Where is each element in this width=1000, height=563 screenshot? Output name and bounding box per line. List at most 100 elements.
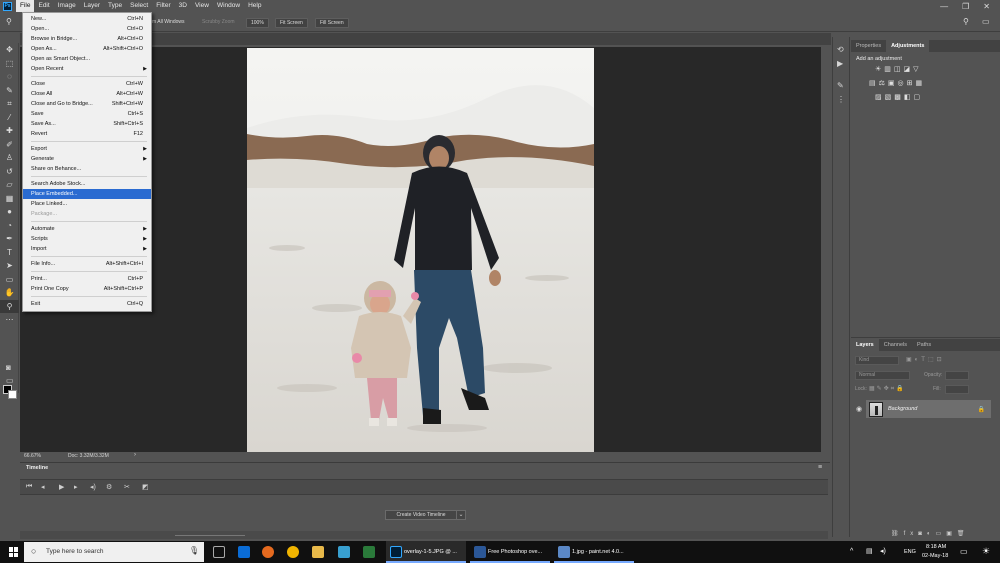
file-menu-item-open-as[interactable]: Open As... Alt+Shift+Ctrl+O [23,44,151,54]
tray-arrow-icon[interactable]: ^ [850,548,853,555]
file-menu-item-revert[interactable]: Revert F12 [23,129,151,139]
lock-icons[interactable]: ▦✎✥⌗🔒 [869,385,906,393]
menu-window[interactable]: Window [213,0,244,12]
history-icon[interactable]: ⟲ [837,45,844,54]
brush-tool-icon[interactable]: ✐ [0,138,19,152]
file-menu-item-file-info[interactable]: File Info... Alt+Shift+Ctrl+I [23,259,151,269]
type-tool-icon[interactable]: T [0,246,19,260]
opacity-input[interactable] [945,371,969,380]
file-menu-item-search-adobe-stock[interactable]: Search Adobe Stock... [23,179,151,189]
blend-mode-select[interactable]: Normal [855,371,910,380]
fill-input[interactable] [945,385,969,394]
split-scissors-icon[interactable]: ✂ [124,483,130,491]
adjustment-icons-row-3[interactable]: ▨▧▩◧▢ [875,93,923,101]
fit-screen-button[interactable]: Fit Screen [275,18,308,28]
file-menu-item-new[interactable]: New... Ctrl+N [23,14,151,24]
file-menu-item-automate[interactable]: Automate ▶ [23,224,151,234]
settings-gear-icon[interactable]: ⚙ [106,483,112,491]
file-menu-item-import[interactable]: Import ▶ [23,244,151,254]
file-explorer-icon[interactable] [312,546,324,558]
lasso-tool-icon[interactable]: ◌ [0,70,19,84]
screen-mode-icon[interactable]: ▭ [6,376,14,385]
file-menu-item-generate[interactable]: Generate ▶ [23,154,151,164]
microphone-icon[interactable]: 🎙 [189,546,199,555]
menu-help[interactable]: Help [244,0,265,12]
go-to-first-frame-icon[interactable]: ⏮ [26,483,32,491]
healing-brush-tool-icon[interactable]: ✚ [0,124,19,138]
file-menu-item-place-linked[interactable]: Place Linked... [23,199,151,209]
file-menu-item-open-as-smart-object[interactable]: Open as Smart Object... [23,54,151,64]
close-icon[interactable]: ✕ [983,2,990,11]
tab-adjustments[interactable]: Adjustments [886,40,930,52]
taskbar-search-input[interactable]: Type here to search [24,542,204,562]
pen-tool-icon[interactable]: ✒ [0,232,19,246]
play-icon[interactable]: ▶ [59,483,64,491]
restore-icon[interactable]: ❐ [962,2,969,11]
adjustment-icons-row-1[interactable]: ☀▥◫◪▽ [875,65,922,73]
layer-name[interactable]: Background [888,406,917,412]
dodge-tool-icon[interactable]: ◔ [0,219,19,233]
layer-row-background[interactable]: Background 🔒 [866,400,991,418]
blur-tool-icon[interactable]: ● [0,205,19,219]
path-select-tool-icon[interactable]: ➤ [0,259,19,273]
app-icon[interactable] [338,546,350,558]
quick-select-tool-icon[interactable]: ✎ [0,84,19,98]
zoom-100-button[interactable]: 100% [246,18,269,28]
file-menu-item-browse-in-bridge[interactable]: Browse in Bridge... Alt+Ctrl+O [23,34,151,44]
panel-menu-icon[interactable]: ≡ [818,464,822,471]
edge-browser-icon[interactable] [238,546,250,558]
hand-tool-icon[interactable]: ✋ [0,286,19,300]
eyedropper-tool-icon[interactable]: ⁄ [0,111,19,125]
more-tools-icon[interactable]: ⋯ [0,313,19,327]
zoom-tool-icon[interactable]: ⚲ [0,299,19,313]
eraser-tool-icon[interactable]: ▱ [0,178,19,192]
task-view-icon[interactable] [213,546,225,558]
file-menu-item-close[interactable]: Close Ctrl+W [23,79,151,89]
chrome-icon[interactable] [287,546,299,558]
zoom-tool-icon[interactable]: ⚲ [6,17,12,26]
quick-mask-icon[interactable]: ◙ [6,363,11,372]
status-menu-arrow-icon[interactable]: › [134,452,136,458]
adjustment-icons-row-2[interactable]: ▤⚖▣◎⊞▦ [869,79,925,87]
clock-time[interactable]: 8:18 AM [926,544,946,550]
rectangle-tool-icon[interactable]: ▭ [0,273,19,287]
chevron-down-icon[interactable]: ⌄ [456,510,466,520]
minimize-icon[interactable]: — [940,2,948,11]
file-menu-item-exit[interactable]: Exit Ctrl+Q [23,299,151,309]
file-menu-item-place-embedded[interactable]: Place Embedded... [23,189,151,199]
brushes-icon[interactable]: ⋮ [837,95,845,104]
file-menu-item-save[interactable]: Save Ctrl+S [23,109,151,119]
file-menu-item-print[interactable]: Print... Ctrl+P [23,274,151,284]
notification-icon[interactable]: ▭ [960,547,968,556]
crop-tool-icon[interactable]: ⌗ [0,97,19,111]
audio-icon[interactable]: ◂) [90,483,96,491]
language-indicator[interactable]: ENG [904,549,916,555]
create-video-timeline-button[interactable]: Create Video Timeline [385,510,457,520]
menu-layer[interactable]: Layer [80,0,104,12]
network-icon[interactable]: ▤ [866,547,873,555]
file-menu-item-close-all[interactable]: Close All Alt+Ctrl+W [23,89,151,99]
scrubby-zoom-label[interactable]: Scrubby Zoom [202,19,235,25]
menu-3d[interactable]: 3D [175,0,191,12]
scroll-all-windows-label[interactable]: m All Windows [152,19,185,25]
menu-edit[interactable]: Edit [34,0,53,12]
next-frame-icon[interactable]: ▸ [74,483,78,491]
file-menu-item-share-on-behance[interactable]: Share on Behance... [23,164,151,174]
photoshop-logo-icon[interactable]: Ps [3,1,12,11]
clock-date[interactable]: 02-May-18 [922,553,948,559]
file-menu-item-print-one-copy[interactable]: Print One Copy Alt+Shift+Ctrl+P [23,284,151,294]
menu-select[interactable]: Select [126,0,152,12]
brush-settings-icon[interactable]: ✎ [837,81,844,90]
fill-screen-button[interactable]: Fill Screen [315,18,349,28]
gradient-tool-icon[interactable]: ▦ [0,192,19,206]
previous-frame-icon[interactable]: ◂ [41,483,45,491]
actions-play-icon[interactable]: ▶ [837,59,843,68]
file-menu-item-export[interactable]: Export ▶ [23,144,151,154]
menu-image[interactable]: Image [54,0,80,12]
background-color-swatch[interactable] [8,390,17,399]
clone-stamp-tool-icon[interactable]: ♙ [0,151,19,165]
zoom-slider[interactable] [175,535,245,536]
zoom-level[interactable]: 66.67% [24,453,41,459]
layer-footer-icons[interactable]: ⛓fx◙◐▭▣🗑 [891,530,970,537]
firefox-icon[interactable] [262,546,274,558]
